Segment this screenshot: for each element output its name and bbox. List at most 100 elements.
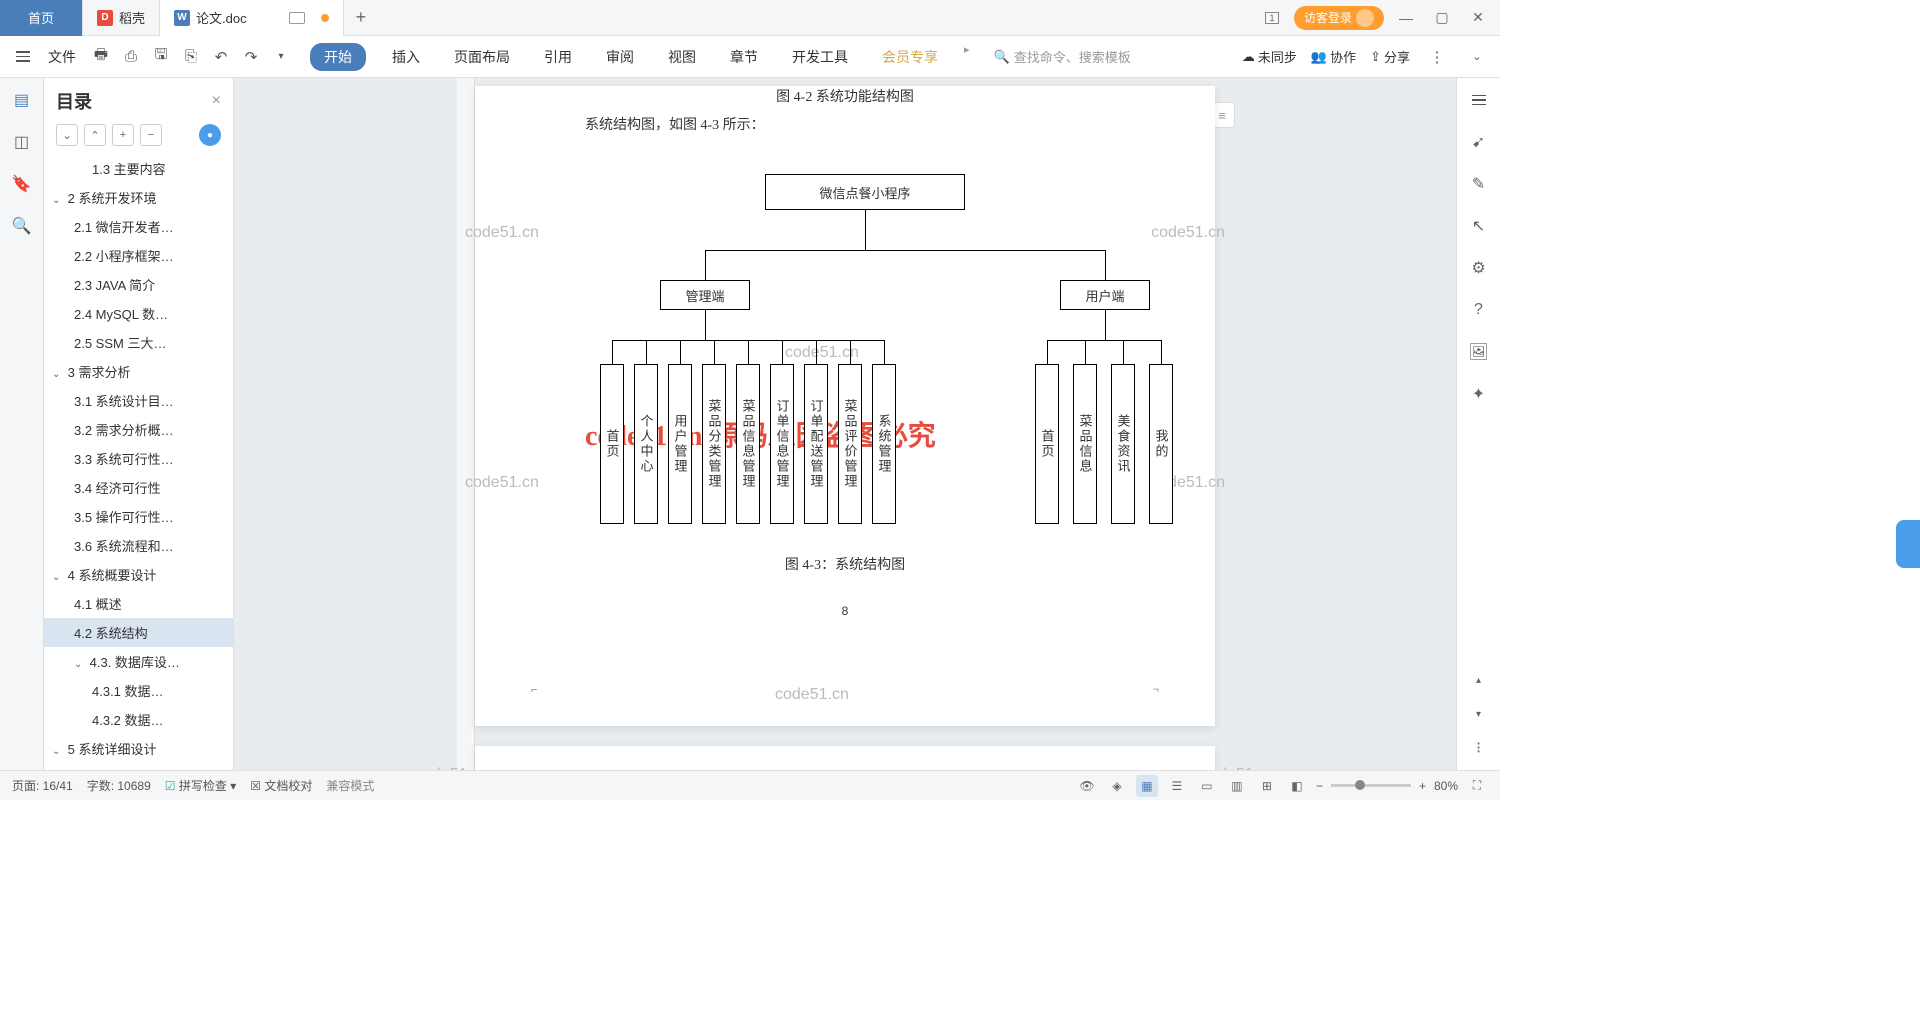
redo-icon[interactable]: ↷ <box>238 44 264 70</box>
toc-item[interactable]: 2.5 SSM 三大… <box>44 328 233 357</box>
page-indicator[interactable]: 页面: 16/41 <box>12 777 73 794</box>
outline-icon[interactable]: ▤ <box>10 88 34 112</box>
collapse-all-icon[interactable]: ⌄ <box>56 124 78 146</box>
toc-item[interactable]: 3.2 需求分析概… <box>44 415 233 444</box>
help-icon[interactable]: ? <box>1467 298 1491 322</box>
toc-item[interactable]: 1.3 主要内容 <box>44 154 233 183</box>
collapse-ribbon-icon[interactable]: ⌄ <box>1464 44 1490 70</box>
ribbon-icon[interactable]: 🔖 <box>10 172 34 196</box>
zoom-slider[interactable] <box>1331 784 1411 787</box>
toc-item[interactable]: ⌄ 2 系统开发环境 <box>44 183 233 212</box>
tab-home[interactable]: 首页 <box>0 0 83 36</box>
guest-login-button[interactable]: 访客登录 <box>1294 6 1384 30</box>
zoom-out-button[interactable]: − <box>1316 779 1323 793</box>
settings-icon[interactable]: ⚙ <box>1467 256 1491 280</box>
diagram-line <box>1161 340 1162 364</box>
menu-review[interactable]: 审阅 <box>598 43 642 71</box>
word-count[interactable]: 字数: 10689 <box>87 777 151 794</box>
compat-mode[interactable]: 兼容模式 <box>326 777 374 794</box>
view-read-icon[interactable]: ▭ <box>1196 775 1218 797</box>
search-box[interactable]: 🔍 查找命令、搜索模板 <box>994 47 1131 66</box>
file-menu[interactable]: 文件 <box>48 47 76 67</box>
diagram-line <box>680 340 681 364</box>
menu-start[interactable]: 开始 <box>310 43 366 71</box>
toc-item[interactable]: 2.3 JAVA 简介 <box>44 270 233 299</box>
tab-daohe[interactable]: D 稻壳 <box>83 0 160 36</box>
more-icon[interactable]: ⋮ <box>1424 44 1450 70</box>
select-icon[interactable]: ↖ <box>1467 214 1491 238</box>
fit-icon[interactable]: ◧ <box>1286 775 1308 797</box>
toc-item[interactable]: 2.2 小程序框架… <box>44 241 233 270</box>
menu-view[interactable]: 视图 <box>660 43 704 71</box>
tab-document[interactable]: W 论文.doc <box>160 0 344 36</box>
bookmark-icon[interactable]: ◫ <box>10 130 34 154</box>
share-button[interactable]: ⇪分享 <box>1370 47 1410 66</box>
tab-add-button[interactable]: + <box>344 7 379 28</box>
collab-button[interactable]: 👥协作 <box>1311 47 1356 66</box>
window-layout-icon[interactable]: 1 <box>1258 4 1286 32</box>
menu-layout[interactable]: 页面布局 <box>446 43 518 71</box>
minimize-button[interactable]: — <box>1392 4 1420 32</box>
toc-item[interactable]: ⌄ 5 系统详细设计 <box>44 734 233 763</box>
menu-icon[interactable] <box>10 44 36 70</box>
add-section-icon[interactable]: + <box>112 124 134 146</box>
chevron-down-icon[interactable]: ▾ <box>268 44 294 70</box>
zoom-in-button[interactable]: + <box>1419 779 1426 793</box>
toc-item[interactable]: 2.4 MySQL 数… <box>44 299 233 328</box>
toc-item[interactable]: 3.6 系统流程和… <box>44 531 233 560</box>
proofread-status[interactable]: ☒ 文档校对 <box>250 777 312 794</box>
spellcheck-status[interactable]: ☑ 拼写检查 ▾ <box>165 777 236 794</box>
toc-item[interactable]: 5.1 用户端功能… <box>44 763 233 770</box>
print-icon[interactable]: 🖶 <box>88 44 114 70</box>
toc-item[interactable]: ⌄ 3 需求分析 <box>44 357 233 386</box>
undo-icon[interactable]: ↶ <box>208 44 234 70</box>
toc-item[interactable]: 2.1 微信开发者… <box>44 212 233 241</box>
scroll-down-icon[interactable]: ▾ <box>1467 702 1491 726</box>
scroll-up-icon[interactable]: ▴ <box>1467 668 1491 692</box>
close-button[interactable]: ✕ <box>1464 4 1492 32</box>
sparkle-icon[interactable]: ✦ <box>1467 382 1491 406</box>
menu-ref[interactable]: 引用 <box>536 43 580 71</box>
menu-dev[interactable]: 开发工具 <box>784 43 856 71</box>
maximize-button[interactable]: ▢ <box>1428 4 1456 32</box>
document-area[interactable]: 图 4-2 系统功能结构图 系统结构图，如图 4-3 所示： code51.cn… <box>234 78 1456 770</box>
toc-item[interactable]: ⌄ 4.3. 数据库设… <box>44 647 233 676</box>
highlight-icon[interactable]: ✎ <box>1467 172 1491 196</box>
menu-chapter[interactable]: 章节 <box>722 43 766 71</box>
view-page-icon[interactable]: ▦ <box>1136 775 1158 797</box>
save-icon[interactable]: 🖫 <box>148 44 174 70</box>
ai-assist-icon[interactable]: ● <box>199 124 221 146</box>
sync-status[interactable]: ☁未同步 <box>1242 47 1297 66</box>
toc-item[interactable]: 3.1 系统设计目… <box>44 386 233 415</box>
focus-icon[interactable]: ◈ <box>1106 775 1128 797</box>
toc-item[interactable]: 4.3.1 数据… <box>44 676 233 705</box>
eye-icon[interactable]: 👁 <box>1076 775 1098 797</box>
copy-icon[interactable]: ⎘ <box>178 44 204 70</box>
zoom-level[interactable]: 80% <box>1434 779 1458 793</box>
preview-icon[interactable]: ⎙ <box>118 44 144 70</box>
menu-more-icon[interactable]: ▸ <box>964 43 970 71</box>
toc-item[interactable]: 3.4 经济可行性 <box>44 473 233 502</box>
toc-item[interactable]: 4.1 概述 <box>44 589 233 618</box>
rocket-icon[interactable]: ➹ <box>1467 130 1491 154</box>
sidebar-close-icon[interactable]: × <box>212 92 221 110</box>
remove-section-icon[interactable]: − <box>140 124 162 146</box>
menu-vip[interactable]: 会员专享 <box>874 43 946 71</box>
toc-item[interactable]: 4.2 系统结构 <box>44 618 233 647</box>
toc-item[interactable]: ⌄ 4 系统概要设计 <box>44 560 233 589</box>
toc-item[interactable]: 4.3.2 数据… <box>44 705 233 734</box>
image-icon[interactable]: 🖼 <box>1467 340 1491 364</box>
expand-icon[interactable]: ⛶ <box>1466 775 1488 797</box>
cast-icon[interactable] <box>289 12 305 24</box>
dots-icon[interactable]: ⁝ <box>1467 736 1491 760</box>
toc-item[interactable]: 3.5 操作可行性… <box>44 502 233 531</box>
view-outline-icon[interactable]: ☰ <box>1166 775 1188 797</box>
view-web-icon[interactable]: ▥ <box>1226 775 1248 797</box>
search-rail-icon[interactable]: 🔍 <box>10 214 34 238</box>
rail-menu-icon[interactable] <box>1467 88 1491 112</box>
chevron-down-icon: ⌄ <box>52 572 64 583</box>
grid-icon[interactable]: ⊞ <box>1256 775 1278 797</box>
expand-all-icon[interactable]: ⌃ <box>84 124 106 146</box>
menu-insert[interactable]: 插入 <box>384 43 428 71</box>
toc-item[interactable]: 3.3 系统可行性… <box>44 444 233 473</box>
